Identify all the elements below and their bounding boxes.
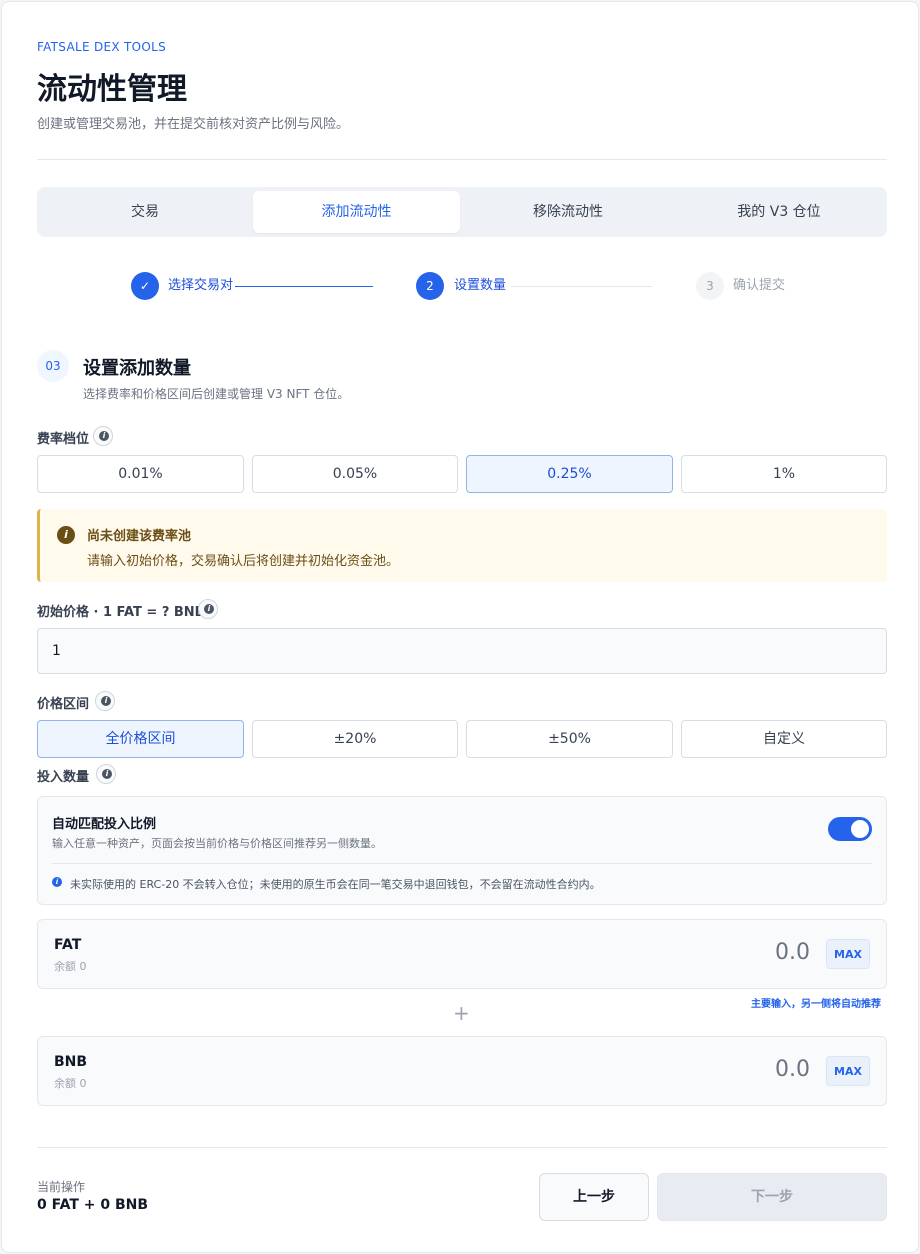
step-1-label: 选择交易对 (168, 278, 234, 293)
warning-info-icon: i (57, 526, 75, 544)
price-range-info-icon[interactable] (95, 691, 115, 711)
section-title: 设置添加数量 (83, 358, 191, 379)
range-option-custom[interactable]: 自定义 (681, 720, 887, 758)
notice-title: 尚未创建该费率池 (87, 529, 192, 544)
amount-label: 投入数量 (37, 770, 90, 785)
initial-price-input[interactable] (37, 628, 887, 674)
refund-note: 未实际使用的 ERC-20 不会转入仓位；未使用的原生币会在同一笔交易中退回钱包… (70, 878, 601, 891)
initial-price-info-icon[interactable] (198, 599, 218, 619)
range-option-50[interactable]: ±50% (466, 720, 673, 758)
tab-bar: 交易 添加流动性 移除流动性 我的 V3 仓位 (37, 187, 887, 237)
plus-icon: + (453, 1001, 470, 1025)
liquidity-card: FATSALE DEX TOOLS 流动性管理 创建或管理交易池，并在提交前核对… (1, 1, 919, 1253)
fee-info-icon[interactable] (93, 426, 113, 446)
token-symbol: BNB (54, 1054, 88, 1070)
step-3-circle: 3 (696, 272, 724, 300)
step-2-label: 设置数量 (454, 278, 507, 293)
step-connector-2 (511, 286, 652, 287)
header-divider (37, 159, 887, 160)
token-input-fat: FAT 余额 0 0.0 MAX (37, 919, 887, 989)
token-amount-input[interactable]: 0.0 (775, 1057, 810, 1082)
tab-remove-liquidity[interactable]: 移除流动性 (464, 191, 672, 233)
amount-info-icon[interactable] (96, 764, 116, 784)
auto-match-title: 自动匹配投入比例 (52, 817, 157, 832)
section-number-badge: 03 (37, 350, 69, 382)
tab-my-v3-positions[interactable]: 我的 V3 仓位 (675, 191, 883, 233)
fee-option-1[interactable]: 1% (681, 455, 887, 493)
step-2-circle: 2 (416, 272, 444, 300)
fee-tier-label: 费率档位 (37, 432, 90, 447)
fee-option-0.25[interactable]: 0.25% (466, 455, 673, 493)
note-info-icon: i (52, 877, 62, 887)
step-1-check-icon: ✓ (131, 272, 159, 300)
token-balance: 余额 0 (54, 1077, 87, 1090)
brand-label: FATSALE DEX TOOLS (37, 40, 167, 54)
primary-input-hint: 主要输入，另一侧将自动推荐 (751, 999, 881, 1010)
auto-match-toggle[interactable] (828, 817, 872, 841)
panel-divider (52, 863, 872, 864)
max-button-bnb[interactable]: MAX (826, 1056, 870, 1086)
range-option-20[interactable]: ±20% (252, 720, 458, 758)
tab-add-liquidity[interactable]: 添加流动性 (253, 191, 460, 233)
section-description: 选择费率和价格区间后创建或管理 V3 NFT 仓位。 (83, 387, 350, 401)
auto-match-panel: 自动匹配投入比例 输入任意一种资产，页面会按当前价格与价格区间推荐另一侧数量。 … (37, 796, 887, 905)
previous-step-button[interactable]: 上一步 (539, 1173, 649, 1221)
fee-option-0.01[interactable]: 0.01% (37, 455, 244, 493)
pool-not-created-notice: i 尚未创建该费率池 请输入初始价格，交易确认后将创建并初始化资金池。 (37, 509, 887, 582)
auto-match-description: 输入任意一种资产，页面会按当前价格与价格区间推荐另一侧数量。 (52, 837, 382, 850)
price-range-label: 价格区间 (37, 697, 90, 712)
notice-description: 请输入初始价格，交易确认后将创建并初始化资金池。 (87, 554, 400, 569)
max-button-fat[interactable]: MAX (826, 939, 870, 969)
token-input-bnb: BNB 余额 0 0.0 MAX (37, 1036, 887, 1106)
initial-price-label: 初始价格 · 1 FAT = ? BNB (37, 605, 205, 620)
current-operation-label: 当前操作 (37, 1180, 86, 1194)
tab-trade[interactable]: 交易 (41, 191, 249, 233)
range-option-full[interactable]: 全价格区间 (37, 720, 244, 758)
next-step-button[interactable]: 下一步 (657, 1173, 887, 1221)
token-symbol: FAT (54, 937, 82, 953)
current-operation-value: 0 FAT + 0 BNB (37, 1197, 149, 1213)
fee-option-0.05[interactable]: 0.05% (252, 455, 458, 493)
page-title: 流动性管理 (37, 72, 187, 107)
step-3-label: 确认提交 (733, 278, 786, 293)
token-amount-input[interactable]: 0.0 (775, 940, 810, 965)
step-connector-1 (235, 286, 373, 287)
toggle-knob (851, 820, 869, 838)
footer-divider (37, 1147, 887, 1148)
token-balance: 余额 0 (54, 960, 87, 973)
page-subtitle: 创建或管理交易池，并在提交前核对资产比例与风险。 (37, 117, 350, 132)
